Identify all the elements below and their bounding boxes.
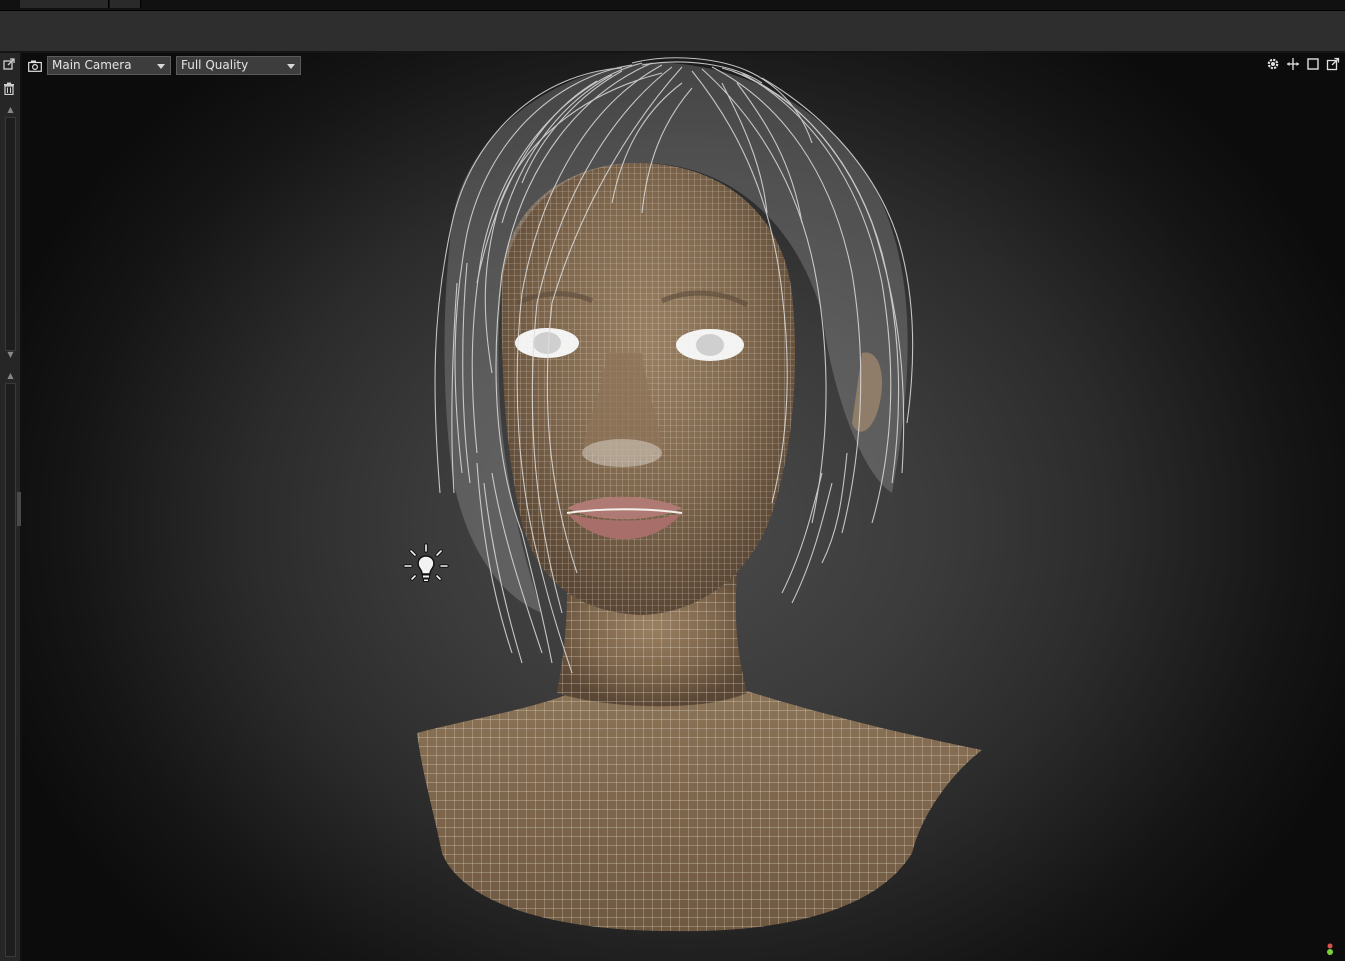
scrollbar-track[interactable] bbox=[5, 117, 16, 351]
camera-icon[interactable] bbox=[26, 58, 44, 74]
scrollbar-track[interactable] bbox=[5, 383, 16, 957]
3d-viewport[interactable]: Main Camera Full Quality bbox=[22, 53, 1345, 961]
chevron-down-icon bbox=[287, 64, 295, 69]
gear-icon[interactable] bbox=[1265, 56, 1281, 72]
move-axis-icon[interactable] bbox=[1285, 56, 1301, 72]
camera-select[interactable]: Main Camera bbox=[47, 56, 171, 75]
left-eye bbox=[515, 328, 579, 358]
head-mesh-render bbox=[417, 57, 982, 932]
light-bulb-icon[interactable] bbox=[402, 542, 450, 590]
application-window: ▲ ▼ ▲ Main Camera Full Quality bbox=[0, 0, 1345, 961]
quality-select-value: Full Quality bbox=[181, 58, 249, 72]
scroll-up-arrow[interactable]: ▲ bbox=[5, 105, 16, 115]
toolbar bbox=[0, 11, 1345, 53]
scroll-down-arrow[interactable]: ▼ bbox=[5, 350, 16, 360]
panel-splitter-handle[interactable] bbox=[17, 492, 21, 526]
maximize-icon[interactable] bbox=[1305, 56, 1321, 72]
tab-strip bbox=[0, 0, 1345, 11]
viewport-tools bbox=[1265, 56, 1341, 74]
chevron-down-icon bbox=[157, 64, 165, 69]
status-indicator bbox=[1325, 941, 1335, 955]
popout-icon[interactable] bbox=[2, 57, 16, 71]
camera-select-value: Main Camera bbox=[52, 58, 132, 72]
scroll-up-arrow[interactable]: ▲ bbox=[5, 371, 16, 381]
tab[interactable] bbox=[20, 0, 109, 8]
popout-icon[interactable] bbox=[1325, 56, 1341, 72]
quality-select[interactable]: Full Quality bbox=[176, 56, 301, 75]
trash-icon[interactable] bbox=[2, 81, 16, 95]
right-eye bbox=[676, 329, 744, 361]
tab[interactable] bbox=[110, 0, 141, 8]
